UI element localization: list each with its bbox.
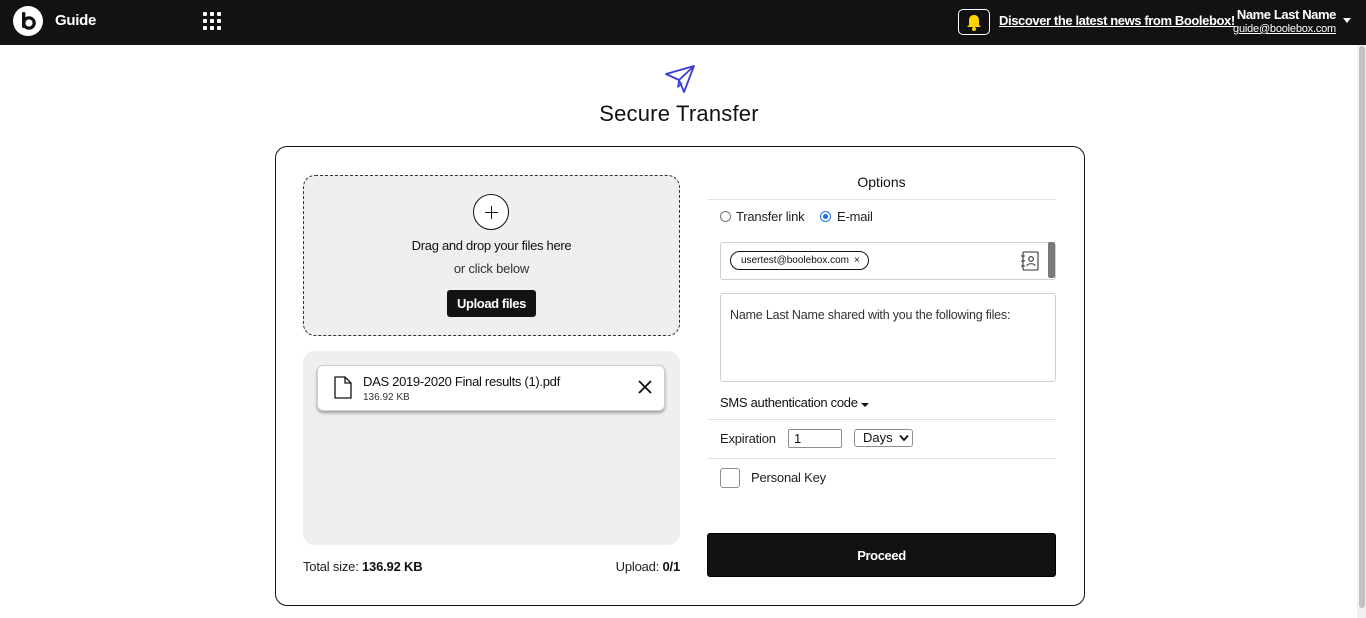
personal-key-checkbox[interactable] (720, 468, 740, 488)
personal-key-label: Personal Key (751, 470, 826, 485)
divider (707, 199, 1056, 200)
file-name: DAS 2019-2020 Final results (1).pdf (363, 374, 560, 389)
email-radio[interactable] (820, 211, 831, 222)
expiration-value-input[interactable] (788, 429, 842, 448)
upload-count-value: 0/1 (662, 559, 681, 574)
message-textarea[interactable]: Name Last Name shared with you the follo… (720, 293, 1056, 382)
transfer-link-radio[interactable] (720, 211, 731, 222)
dropzone-text: Drag and drop your files here (411, 238, 572, 253)
sms-authentication-toggle[interactable]: SMS authentication code (720, 395, 858, 410)
user-menu-caret-icon[interactable] (1343, 18, 1351, 23)
divider (707, 458, 1056, 459)
dropzone-subtext: or click below (453, 261, 530, 276)
news-link[interactable]: Discover the latest news from Boolebox! (999, 13, 1235, 28)
email-label[interactable]: E-mail (837, 209, 873, 224)
upload-count: Upload: 0/1 (615, 559, 681, 574)
address-book-icon[interactable] (1020, 251, 1040, 271)
expiration-unit-select[interactable]: Days (854, 429, 913, 447)
upload-files-button[interactable]: Upload files (447, 290, 536, 317)
transfer-link-label[interactable]: Transfer link (736, 209, 805, 224)
expiration-unit-value: Days (863, 430, 893, 445)
proceed-button[interactable]: Proceed (707, 533, 1056, 577)
options-title: Options (857, 174, 906, 190)
remove-file-close-icon[interactable] (638, 380, 652, 394)
notification-bell-icon[interactable] (958, 9, 990, 35)
total-size: Total size: 136.92 KB (303, 559, 423, 574)
paper-plane-icon (665, 65, 695, 93)
recipient-chip: usertest@boolebox.com × (730, 251, 869, 270)
add-file-plus-icon[interactable] (473, 194, 509, 230)
remove-recipient-icon[interactable]: × (854, 255, 860, 266)
chevron-down-icon (899, 434, 909, 442)
page-title: Secure Transfer (599, 101, 759, 126)
upload-count-label: Upload: (615, 559, 660, 574)
page-scrollbar-thumb[interactable] (1359, 46, 1365, 608)
total-size-value: 136.92 KB (362, 559, 423, 574)
document-icon (334, 376, 352, 399)
app-title: Guide (55, 12, 97, 29)
user-name[interactable]: Name Last Name (1237, 7, 1337, 22)
file-size: 136.92 KB (363, 392, 410, 403)
recipient-email: usertest@boolebox.com (741, 255, 849, 266)
boolebox-logo-icon[interactable] (13, 6, 43, 36)
divider (707, 419, 1056, 420)
apps-grid-icon[interactable] (203, 12, 222, 31)
sms-caret-down-icon[interactable] (861, 403, 869, 407)
user-email[interactable]: guide@boolebox.com (1233, 23, 1336, 35)
recipients-scrollbar[interactable] (1048, 242, 1055, 278)
expiration-label: Expiration (720, 431, 776, 446)
total-size-label: Total size: (303, 559, 359, 574)
top-bar: Guide Discover the latest news from Bool… (0, 0, 1366, 45)
